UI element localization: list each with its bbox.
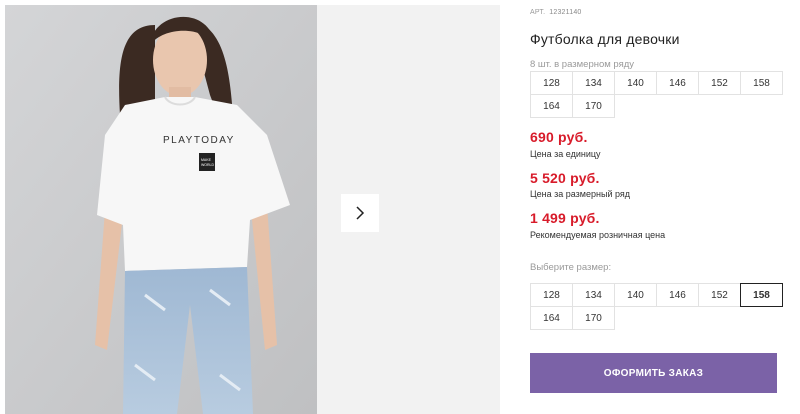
size-option[interactable]: 164 xyxy=(530,306,573,330)
product-photo-illustration: PLAYTODAY MAKE WORLD xyxy=(5,5,317,414)
chevron-right-icon xyxy=(356,206,365,220)
size-option[interactable]: 128 xyxy=(530,283,573,307)
pack-caption: 8 шт. в размерном ряду xyxy=(530,59,635,70)
pack-price-label: Цена за размерный ряд xyxy=(530,189,631,199)
pack-size-cell: 146 xyxy=(656,71,699,95)
svg-text:MAKE: MAKE xyxy=(201,158,212,162)
next-image-button[interactable] xyxy=(341,194,379,232)
retail-price: 1 499 руб. xyxy=(530,210,600,226)
pack-size-cell: 140 xyxy=(614,71,657,95)
unit-price-label: Цена за единицу xyxy=(530,149,601,159)
size-option[interactable]: 152 xyxy=(698,283,741,307)
size-option[interactable]: 140 xyxy=(614,283,657,307)
product-photo: PLAYTODAY MAKE WORLD xyxy=(5,5,317,414)
pack-size-cell: 134 xyxy=(572,71,615,95)
article-value: 12321140 xyxy=(549,9,582,16)
article-number: АРТ. 12321140 xyxy=(530,9,582,16)
svg-text:PLAYTODAY: PLAYTODAY xyxy=(163,135,235,146)
size-option[interactable]: 134 xyxy=(572,283,615,307)
product-title: Футболка для девочки xyxy=(530,31,680,47)
place-order-button[interactable]: ОФОРМИТЬ ЗАКАЗ xyxy=(530,353,777,393)
article-label: АРТ. xyxy=(530,9,546,16)
size-select-caption: Выберите размер: xyxy=(530,262,612,273)
size-option[interactable]: 170 xyxy=(572,306,615,330)
size-selector: 128 134 140 146 152 158 164 170 xyxy=(530,283,783,330)
size-option[interactable]: 158 xyxy=(740,283,783,307)
pack-price: 5 520 руб. xyxy=(530,170,600,186)
pack-size-cell: 128 xyxy=(530,71,573,95)
unit-price: 690 руб. xyxy=(530,129,588,145)
retail-price-label: Рекомендуемая розничная цена xyxy=(530,230,666,240)
svg-text:WORLD: WORLD xyxy=(201,163,215,167)
pack-size-cell: 158 xyxy=(740,71,783,95)
pack-size-cell: 164 xyxy=(530,94,573,118)
pack-size-grid: 128 134 140 146 152 158 164 170 xyxy=(530,71,783,118)
size-option[interactable]: 146 xyxy=(656,283,699,307)
pack-size-cell: 152 xyxy=(698,71,741,95)
pack-size-cell: 170 xyxy=(572,94,615,118)
